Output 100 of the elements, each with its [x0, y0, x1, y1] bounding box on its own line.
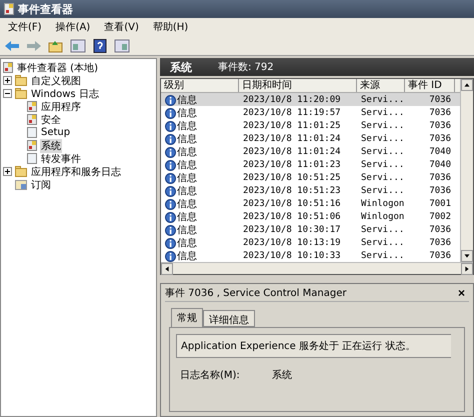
info-icon: [165, 224, 176, 236]
tree-item[interactable]: 安全: [40, 112, 62, 126]
level-cell: 信息: [161, 249, 239, 263]
level-cell: 信息: [161, 132, 239, 146]
app-icon: [4, 3, 14, 15]
help-icon[interactable]: [92, 38, 108, 52]
level-cell: 信息: [161, 236, 239, 250]
source-cell-text: Servi...: [360, 95, 405, 105]
expand-toggle-icon[interactable]: [3, 76, 12, 85]
folder-icon: [15, 88, 27, 99]
menu-item[interactable]: 查看(V): [104, 20, 139, 34]
column-header[interactable]: 日期和时间: [239, 79, 357, 92]
info-icon: [165, 250, 176, 262]
time-cell-text: 2023/10/8 10:51:16: [242, 199, 342, 209]
id-cell-text: 7001: [428, 199, 452, 209]
horizontal-scrollbar[interactable]: [161, 262, 473, 274]
log-icon: [27, 114, 37, 125]
source-cell-text: Servi...: [360, 121, 405, 131]
tree-item[interactable]: 事件查看器 (本地): [16, 60, 99, 74]
info-icon: [165, 186, 176, 196]
tree-item[interactable]: 订阅: [30, 178, 52, 192]
level-cell: 信息: [161, 106, 239, 120]
level-cell: 信息: [161, 197, 239, 211]
info-icon: [165, 238, 176, 248]
level-cell: 信息: [161, 158, 239, 172]
level-cell: 信息: [161, 184, 239, 198]
time-cell-text: 2023/10/8 10:51:25: [242, 173, 342, 183]
id-cell-text: 7040: [428, 160, 452, 170]
log-icon: [27, 153, 37, 164]
tree-item[interactable]: 转发事件: [40, 152, 82, 166]
panel-icon[interactable]: [114, 38, 130, 52]
expand-toggle-icon[interactable]: [3, 167, 12, 176]
menu-item[interactable]: 文件(F): [8, 20, 42, 34]
log-icon: [27, 101, 37, 112]
event-row[interactable]: 信息 2023/10/8 11:20:09 Servi... 7036: [161, 93, 460, 106]
info-icon: [165, 198, 176, 210]
level-cell: 信息: [161, 93, 239, 107]
log-icon: [3, 62, 13, 73]
log-icon: [27, 140, 37, 151]
time-cell-text: 2023/10/8 10:51:23: [242, 186, 342, 196]
tree-item[interactable]: 应用程序: [40, 100, 82, 114]
tab[interactable]: 详细信息: [203, 310, 255, 327]
menu-item[interactable]: 操作(A): [56, 20, 90, 34]
tab[interactable]: 常规: [171, 308, 203, 327]
info-icon: [165, 212, 176, 222]
tree-item[interactable]: 系统: [40, 138, 62, 152]
id-cell-text: 7036: [428, 108, 452, 118]
time-cell-text: 2023/10/8 11:19:57: [242, 108, 342, 118]
id-cell-text: 7036: [428, 251, 452, 261]
time-cell-text: 2023/10/8 11:20:09: [242, 95, 342, 105]
scroll-down-icon[interactable]: [461, 250, 473, 262]
level-cell: 信息: [161, 171, 239, 185]
folder-up-icon[interactable]: [48, 38, 64, 52]
scroll-left-icon[interactable]: [161, 263, 173, 275]
tree-item[interactable]: 自定义视图: [30, 74, 82, 88]
info-icon: [165, 146, 176, 158]
log-icon: [27, 127, 37, 138]
time-cell-text: 2023/10/8 10:13:19: [242, 238, 342, 248]
source-cell-text: Servi...: [360, 108, 405, 118]
info-icon: [165, 108, 176, 118]
log-name: 系统: [170, 60, 192, 74]
time-cell-text: 2023/10/8 11:01:23: [242, 160, 342, 170]
time-cell-text: 2023/10/8 10:30:17: [242, 225, 342, 235]
scroll-up-icon[interactable]: [461, 79, 473, 91]
time-cell-text: 2023/10/8 11:01:24: [242, 147, 342, 157]
event-count: 事件数: 792: [218, 60, 274, 74]
source-cell-text: Servi...: [360, 186, 405, 196]
source-cell-text: Winlogon: [360, 212, 405, 222]
source-cell-text: Servi...: [360, 134, 405, 144]
info-icon: [165, 134, 176, 144]
tree-item[interactable]: Windows 日志: [30, 86, 100, 100]
info-icon: [165, 172, 176, 184]
close-button[interactable]: ×: [454, 286, 469, 300]
tree-item[interactable]: 应用程序和服务日志: [30, 164, 122, 178]
message-text: Application Experience 服务处于 正在运行 状态。: [176, 334, 451, 358]
tree-item[interactable]: Setup: [40, 127, 72, 138]
column-header[interactable]: 事件 ID: [405, 79, 455, 92]
source-cell-text: Winlogon: [360, 199, 405, 209]
level-cell: 信息: [161, 119, 239, 133]
column-header[interactable]: 级别: [161, 79, 239, 92]
window-title: 事件查看器: [18, 2, 73, 16]
column-header[interactable]: 来源: [357, 79, 405, 92]
menu-item[interactable]: 帮助(H): [152, 20, 188, 34]
level-cell: 信息: [161, 145, 239, 159]
source-cell-text: Servi...: [360, 147, 405, 157]
back-arrow-icon[interactable]: [4, 38, 20, 52]
time-cell-text: 2023/10/8 10:10:33: [242, 251, 342, 261]
level-cell: 信息: [161, 223, 239, 237]
folder-icon: [15, 75, 27, 86]
level-cell: 信息: [161, 210, 239, 224]
scroll-right-icon[interactable]: [461, 263, 473, 275]
id-cell-text: 7036: [428, 186, 452, 196]
folder-icon: [15, 166, 27, 177]
id-cell-text: 7002: [428, 212, 452, 222]
collapse-toggle-icon[interactable]: [3, 89, 12, 98]
field-label: 日志名称(M):: [180, 368, 240, 382]
info-icon: [165, 94, 176, 106]
subscription-icon: [15, 179, 27, 190]
panel-icon[interactable]: [70, 38, 86, 52]
vertical-scrollbar[interactable]: [460, 79, 473, 262]
